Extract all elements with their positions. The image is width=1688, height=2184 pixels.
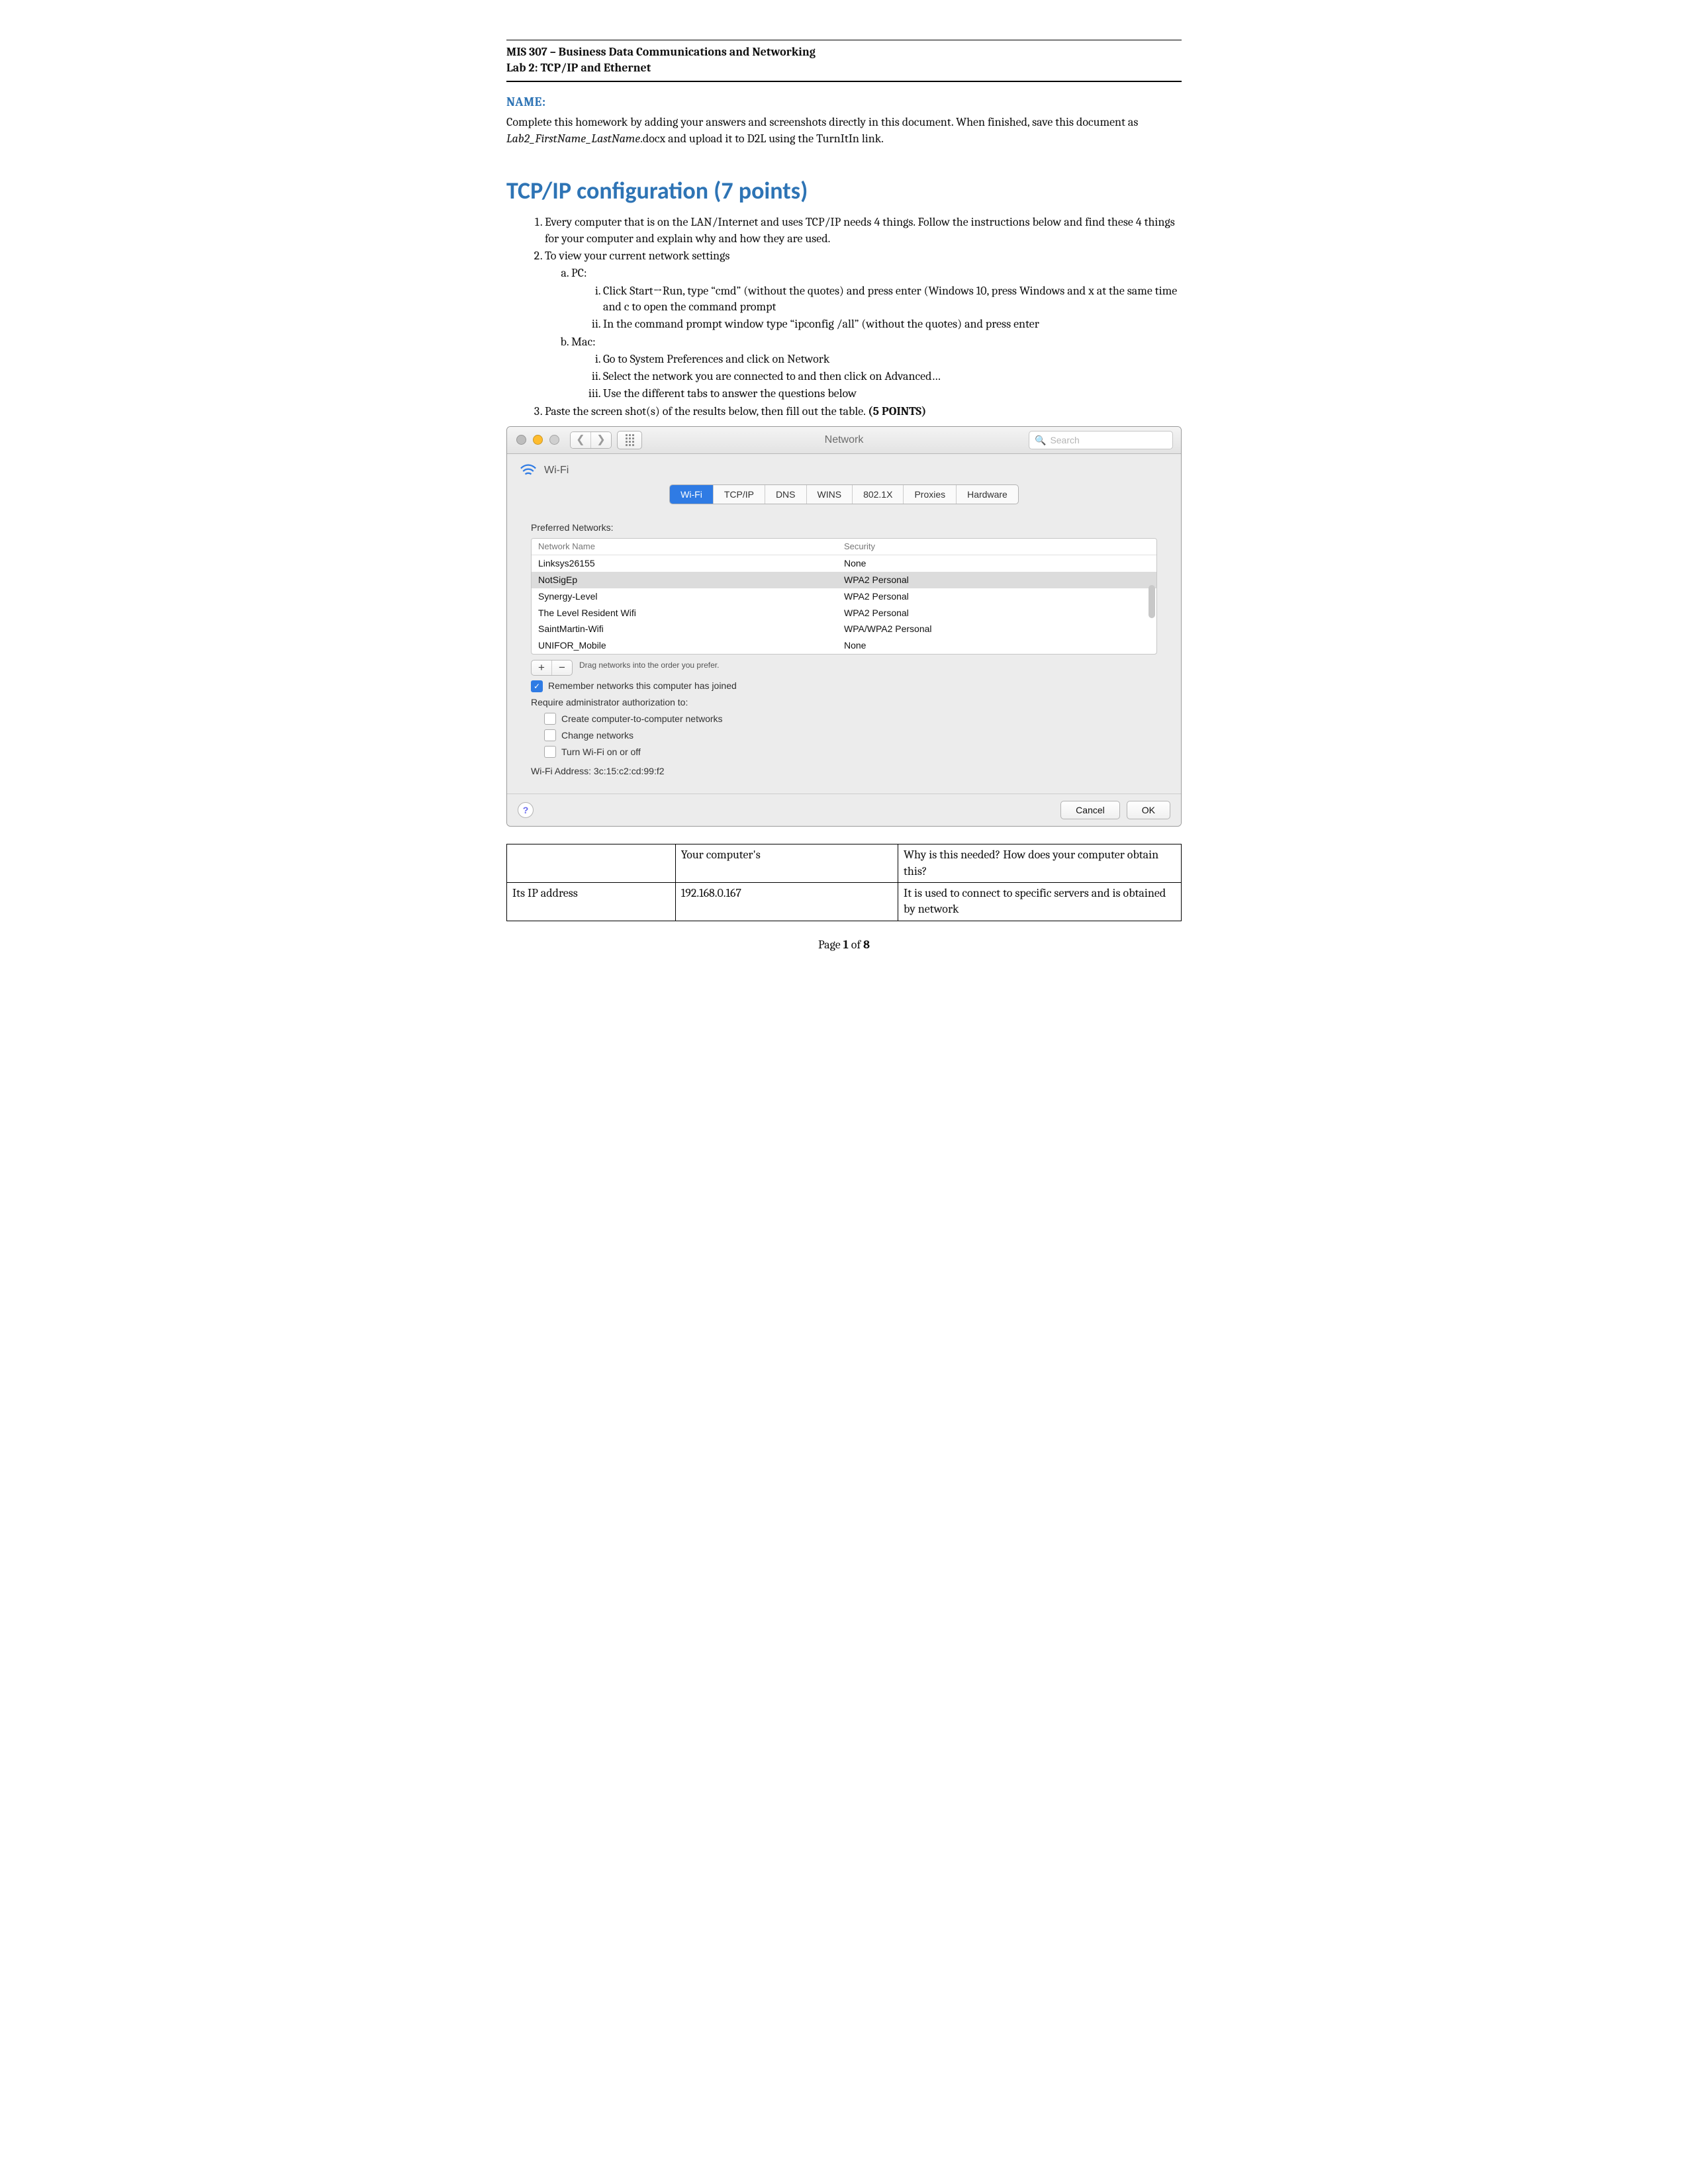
tab-wins[interactable]: WINS	[806, 485, 853, 504]
drag-hint: Drag networks into the order you prefer.	[579, 660, 719, 670]
wifi-address: Wi-Fi Address: 3c:15:c2:cd:99:f2	[531, 765, 1157, 778]
tab-bar: Wi-FiTCP/IPDNSWINS802.1XProxiesHardware	[507, 484, 1181, 505]
wifi-heading: Wi-Fi	[507, 454, 1181, 480]
network-name: NotSigEp	[538, 574, 844, 586]
table-row[interactable]: SaintMartin-WifiWPA/WPA2 Personal	[532, 621, 1156, 637]
networks-table[interactable]: Network Name Security Linksys26155NoneNo…	[531, 538, 1157, 655]
remember-label: Remember networks this computer has join…	[548, 680, 737, 692]
course-header: MIS 307 – Business Data Communications a…	[506, 44, 1182, 77]
instructions-pre: Complete this homework by adding your an…	[506, 115, 1138, 129]
wifi-address-value: 3c:15:c2:cd:99:f2	[594, 766, 665, 776]
require-admin-label: Require administrator authorization to:	[531, 696, 1157, 709]
col-network-name: Network Name	[538, 541, 844, 553]
question-2-text: To view your current network settings	[545, 249, 729, 263]
create-networks-label: Create computer-to-computer networks	[561, 713, 723, 725]
turn-wifi-label: Turn Wi-Fi on or off	[561, 746, 641, 758]
tab-tcp-ip[interactable]: TCP/IP	[713, 485, 765, 504]
table-row: Your computer's Why is this needed? How …	[507, 844, 1182, 883]
add-network-button[interactable]: +	[532, 660, 551, 675]
network-security: WPA2 Personal	[844, 574, 1150, 586]
q2a-text: PC:	[571, 266, 587, 280]
network-security: None	[844, 639, 1150, 652]
wifi-icon	[519, 464, 538, 477]
titlebar: ❮ ❯ Network 🔍 Search	[507, 427, 1181, 454]
mac-network-window: ❮ ❯ Network 🔍 Search Wi-Fi Wi-FiTCP/IPDN…	[506, 426, 1182, 827]
instructions-post: .docx and upload it to D2L using the Tur…	[640, 132, 884, 146]
network-name: Synergy-Level	[538, 590, 844, 603]
bottom-bar: ? Cancel OK	[507, 794, 1181, 827]
footer-post: of	[849, 938, 863, 952]
q2b: Mac: Go to System Preferences and click …	[571, 334, 1182, 402]
question-3: Paste the screen shot(s) of the results …	[545, 404, 1182, 420]
window-title: Network	[507, 433, 1181, 447]
change-networks-checkbox[interactable]	[544, 729, 556, 741]
header-bottom-rule	[506, 81, 1182, 82]
q2a-i: Click Start→Run, type “cmd” (without the…	[603, 283, 1182, 316]
answers-table: Your computer's Why is this needed? How …	[506, 844, 1182, 921]
network-name: The Level Resident Wifi	[538, 607, 844, 619]
course-title: MIS 307 – Business Data Communications a…	[506, 44, 1182, 60]
cancel-button[interactable]: Cancel	[1060, 801, 1120, 820]
q2a-ii: In the command prompt window type “ipcon…	[603, 316, 1182, 332]
question-2: To view your current network settings PC…	[545, 248, 1182, 402]
row-ip-why: It is used to connect to specific server…	[898, 883, 1182, 921]
change-networks-label: Change networks	[561, 729, 633, 742]
remember-checkbox[interactable]: ✓	[531, 680, 543, 692]
section-title: TCP/IP configuration (7 points)	[506, 175, 1182, 207]
q2b-text: Mac:	[571, 335, 596, 349]
q2b-i: Go to System Preferences and click on Ne…	[603, 351, 1182, 367]
tab-wi-fi[interactable]: Wi-Fi	[670, 485, 713, 504]
ok-button[interactable]: OK	[1127, 801, 1170, 820]
remove-network-button[interactable]: −	[551, 660, 572, 675]
scrollbar[interactable]	[1149, 585, 1155, 618]
tab-802-1x[interactable]: 802.1X	[852, 485, 903, 504]
question-list: Every computer that is on the LAN/Intern…	[506, 214, 1182, 420]
instructions-filename: Lab2_FirstName_LastName	[506, 132, 640, 146]
tab-hardware[interactable]: Hardware	[956, 485, 1018, 504]
col-security: Security	[844, 541, 1150, 553]
header-empty	[507, 844, 676, 883]
wifi-label: Wi-Fi	[544, 463, 569, 478]
table-row[interactable]: NotSigEpWPA2 Personal	[532, 572, 1156, 588]
turn-wifi-checkbox[interactable]	[544, 746, 556, 758]
wifi-address-label: Wi-Fi Address:	[531, 766, 594, 776]
table-row[interactable]: Synergy-LevelWPA2 Personal	[532, 588, 1156, 605]
footer-page-num: 1	[843, 938, 849, 952]
row-ip-label: Its IP address	[507, 883, 676, 921]
help-button[interactable]: ?	[518, 802, 534, 818]
table-row[interactable]: The Level Resident WifiWPA2 Personal	[532, 605, 1156, 621]
wifi-panel: Preferred Networks: Network Name Securit…	[519, 514, 1169, 784]
name-label: NAME:	[506, 94, 1182, 111]
question-1: Every computer that is on the LAN/Intern…	[545, 214, 1182, 247]
preferred-networks-label: Preferred Networks:	[531, 522, 1157, 534]
q2b-iii: Use the different tabs to answer the que…	[603, 386, 1182, 402]
tab-dns[interactable]: DNS	[765, 485, 806, 504]
footer-total: 8	[863, 938, 870, 952]
network-name: SaintMartin-Wifi	[538, 623, 844, 635]
network-name: Linksys26155	[538, 557, 844, 570]
header-your-computers: Your computer's	[675, 844, 898, 883]
network-name: UNIFOR_Mobile	[538, 639, 844, 652]
q2a: PC: Click Start→Run, type “cmd” (without…	[571, 265, 1182, 332]
table-row: Its IP address 192.168.0.167 It is used …	[507, 883, 1182, 921]
create-networks-checkbox[interactable]	[544, 713, 556, 725]
table-header-row: Network Name Security	[532, 539, 1156, 555]
network-security: None	[844, 557, 1150, 570]
page-footer: Page 1 of 8	[506, 937, 1182, 953]
add-remove-controls: + −	[531, 660, 573, 676]
question-3-points: (5 POINTS)	[868, 404, 926, 418]
header-why-needed: Why is this needed? How does your comput…	[898, 844, 1182, 883]
lab-title: Lab 2: TCP/IP and Ethernet	[506, 60, 1182, 76]
question-3-pre: Paste the screen shot(s) of the results …	[545, 404, 868, 418]
table-row[interactable]: Linksys26155None	[532, 555, 1156, 572]
tab-proxies[interactable]: Proxies	[903, 485, 956, 504]
network-security: WPA/WPA2 Personal	[844, 623, 1150, 635]
footer-pre: Page	[818, 938, 843, 952]
q2b-ii: Select the network you are connected to …	[603, 369, 1182, 385]
row-ip-value: 192.168.0.167	[675, 883, 898, 921]
instructions: Complete this homework by adding your an…	[506, 114, 1182, 147]
network-security: WPA2 Personal	[844, 607, 1150, 619]
table-row[interactable]: UNIFOR_MobileNone	[532, 637, 1156, 654]
network-security: WPA2 Personal	[844, 590, 1150, 603]
